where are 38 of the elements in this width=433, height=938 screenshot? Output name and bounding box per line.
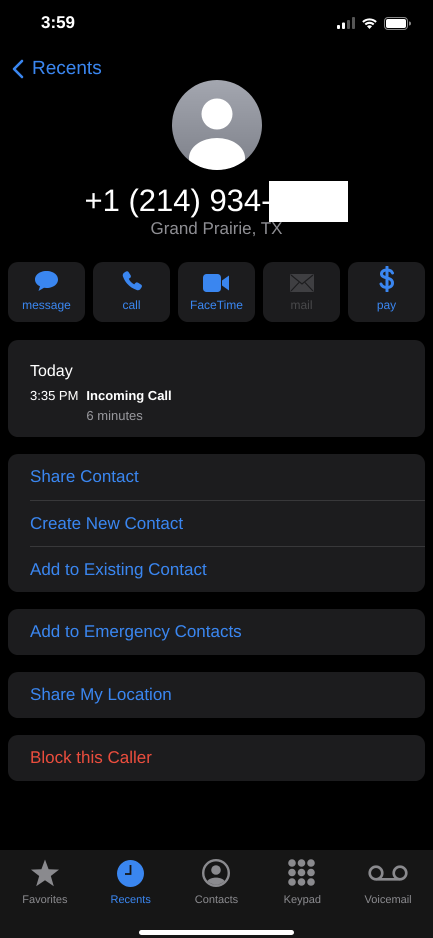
option-link[interactable]: Add to Existing Contact xyxy=(30,546,425,592)
tab-button[interactable]: Contacts xyxy=(176,857,256,906)
avatar-icon xyxy=(172,80,262,170)
signal-icon xyxy=(337,17,355,29)
video-camera-icon xyxy=(203,274,230,292)
keypad-icon xyxy=(288,859,316,887)
clock-icon xyxy=(117,860,144,886)
pay-button[interactable]: pay xyxy=(348,262,425,322)
call-button[interactable]: call xyxy=(93,262,170,322)
wifi-icon xyxy=(361,17,378,29)
video-button[interactable]: FaceTime xyxy=(178,262,255,322)
dollar-sign-icon xyxy=(378,266,394,292)
option-link[interactable]: Share Contact xyxy=(30,454,425,500)
phone-icon xyxy=(120,270,142,292)
voicemail-icon xyxy=(368,865,408,881)
speech-bubble-icon xyxy=(34,270,59,292)
option-link[interactable]: Create New Contact xyxy=(30,500,425,546)
envelope-icon xyxy=(290,274,314,292)
battery-icon xyxy=(384,16,411,30)
back-button[interactable]: Recents xyxy=(12,58,102,80)
tab-button[interactable]: Keypad xyxy=(262,857,342,906)
message-button[interactable]: message xyxy=(8,262,85,322)
phone-number: +1 (214) 934- xyxy=(84,183,272,219)
call-time: 3:35 PM xyxy=(30,388,78,404)
star-icon xyxy=(30,859,60,887)
call-type: Incoming Call xyxy=(86,388,172,404)
day-heading: Today xyxy=(30,362,74,382)
caller-location: Grand Prairie, TX xyxy=(150,219,282,239)
tab-button[interactable]: Favorites xyxy=(4,857,85,906)
block-caller-link[interactable]: Block this Caller xyxy=(30,735,425,781)
tab-button[interactable]: Recents xyxy=(90,857,171,906)
call-duration: 6 minutes xyxy=(86,408,144,424)
chevron-left-icon xyxy=(12,59,24,79)
status-time: 3:59 xyxy=(40,13,76,33)
option-link[interactable]: Share My Location xyxy=(30,672,425,718)
person-circle-icon xyxy=(202,859,230,887)
option-link[interactable]: Add to Emergency Contacts xyxy=(30,609,425,655)
tab-button[interactable]: Voicemail xyxy=(348,857,428,906)
